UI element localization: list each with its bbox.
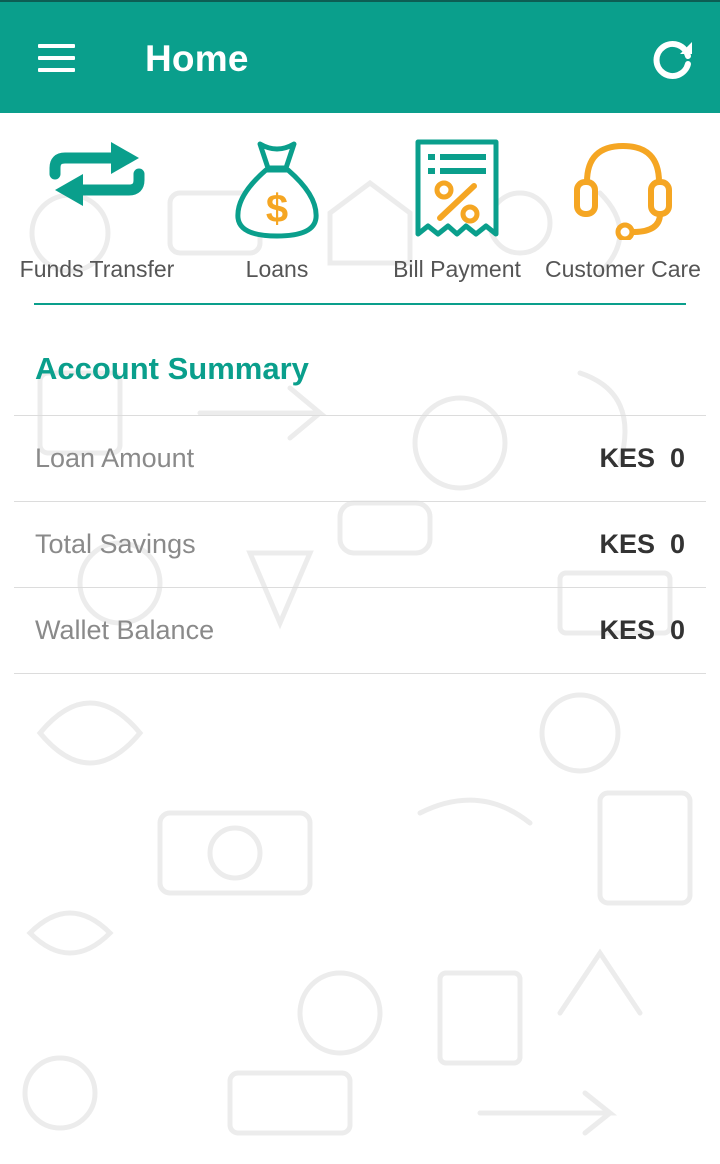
row-label: Loan Amount xyxy=(35,443,195,473)
row-value: KES 0 xyxy=(599,529,685,559)
shortcut-label: Funds Transfer xyxy=(19,256,175,282)
refresh-icon xyxy=(653,41,692,79)
row-value: KES 0 xyxy=(599,615,685,645)
refresh-button[interactable] xyxy=(644,32,700,88)
shortcut-customer-care[interactable]: Customer Care xyxy=(538,113,708,293)
summary-row-loan-amount: Loan Amount KES 0 xyxy=(14,415,706,501)
money-bag-icon: $ xyxy=(235,141,319,239)
account-summary-list: Loan Amount KES 0 Total Savings KES 0 Wa… xyxy=(14,415,706,674)
shortcut-grid: Funds Transfer $ Loans Bill Payment Cust… xyxy=(0,113,720,303)
receipt-percent-icon xyxy=(415,139,499,237)
shortcut-label: Loans xyxy=(245,256,309,282)
app-bar: Home xyxy=(0,0,720,113)
menu-button[interactable] xyxy=(30,36,82,80)
transfer-arrows-icon xyxy=(49,142,145,206)
section-divider xyxy=(34,303,686,305)
row-label: Wallet Balance xyxy=(35,615,215,645)
shortcut-funds-transfer[interactable]: Funds Transfer xyxy=(0,113,194,293)
home-screen: Home Funds Transfer $ Loans Bill Payment… xyxy=(0,0,720,1164)
headset-icon xyxy=(574,142,672,240)
shortcut-loans[interactable]: $ Loans xyxy=(194,113,360,293)
shortcut-label: Customer Care xyxy=(545,256,701,282)
summary-row-wallet-balance: Wallet Balance KES 0 xyxy=(14,587,706,674)
page-title: Home xyxy=(145,38,249,79)
account-summary-heading: Account Summary xyxy=(35,351,309,386)
shortcut-bill-payment[interactable]: Bill Payment xyxy=(382,113,532,293)
row-value: KES 0 xyxy=(599,443,685,473)
shortcut-label: Bill Payment xyxy=(393,256,521,282)
svg-text:$: $ xyxy=(266,187,288,231)
summary-row-total-savings: Total Savings KES 0 xyxy=(14,501,706,587)
row-label: Total Savings xyxy=(35,529,196,559)
